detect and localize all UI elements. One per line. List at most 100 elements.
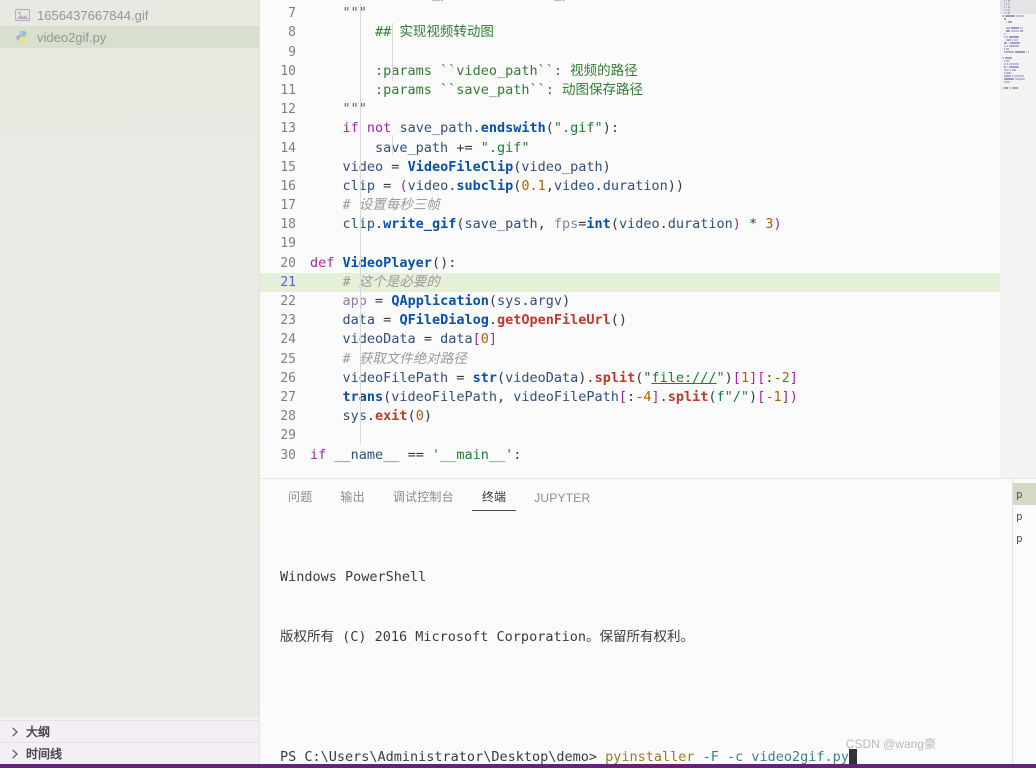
code-text[interactable]: clip.write_gif(save_path, fps=int(video.… [310, 215, 1036, 234]
code-line[interactable]: 18 clip.write_gif(save_path, fps=int(vid… [260, 215, 1036, 234]
code-text[interactable]: def VideoPlayer(): [310, 254, 1036, 273]
python-file-icon [14, 29, 30, 45]
file-tree-item-label: 1656437667844.gif [37, 7, 149, 23]
panel-tab-bar[interactable]: 问题 输出 调试控制台 终端 JUPYTER [260, 479, 1036, 511]
minimap-segment [1006, 36, 1008, 38]
code-line[interactable]: 9 [260, 43, 1036, 62]
code-line[interactable]: 17 # 设置每秒三帧 [260, 196, 1036, 215]
minimap-segment [1028, 51, 1030, 53]
minimap-segment [1009, 87, 1011, 89]
code-line[interactable]: 19 [260, 234, 1036, 253]
minimap-segment [1014, 75, 1025, 77]
file-tree-item-gif[interactable]: 1656437667844.gif [0, 4, 259, 26]
line-number: 10 [280, 63, 296, 79]
code-line[interactable]: 15 video = VideoFileClip(video_path) [260, 158, 1036, 177]
minimap-segment [1009, 66, 1020, 68]
sidebar-section-outline[interactable]: 大纲 [0, 720, 259, 742]
code-text[interactable]: app = QApplication(sys.argv) [310, 292, 1036, 311]
code-line[interactable]: 22 app = QApplication(sys.argv) [260, 292, 1036, 311]
sidebar-section-label: 大纲 [26, 725, 51, 739]
code-text[interactable]: # 设置每秒三帧 [310, 196, 1036, 215]
minimap-segment [1019, 30, 1024, 32]
line-number: 24 [280, 332, 296, 348]
code-text[interactable]: :params ``save_path``: 动图保存路径 [310, 81, 1036, 100]
code-text[interactable]: """ [310, 4, 1036, 23]
minimap-segment [1004, 78, 1015, 80]
code-line[interactable]: 23 data = QFileDialog.getOpenFileUrl() [260, 311, 1036, 330]
code-line[interactable]: 10 :params ``video_path``: 视频的路径 [260, 62, 1036, 81]
code-line[interactable]: 11 :params ``save_path``: 动图保存路径 [260, 81, 1036, 100]
minimap-segment [1004, 18, 1006, 20]
panel-tab-2[interactable]: 调试控制台 [383, 488, 464, 511]
code-line[interactable]: 7 """ [260, 4, 1036, 23]
terminal-prompt: PS C:\Users\Administrator\Desktop\demo> [280, 749, 606, 764]
line-number: 27 [280, 389, 296, 405]
status-bar[interactable] [0, 764, 1036, 768]
chevron-right-icon [8, 747, 22, 761]
code-editor[interactable]: 6def trans(video_path:str, save_path:str… [260, 0, 1036, 478]
code-line[interactable]: 25 # 获取文件绝对路径 [260, 350, 1036, 369]
line-number: 23 [280, 313, 296, 329]
line-number: 30 [280, 447, 296, 463]
code-text[interactable]: trans(videoFilePath, videoFilePath[:-4].… [310, 388, 1036, 407]
code-text[interactable]: # 获取文件绝对路径 [310, 350, 1036, 369]
sidebar-section-timeline[interactable]: 时间线 [0, 742, 259, 764]
line-number: 26 [280, 370, 296, 386]
code-line[interactable]: 8 ## 实现视频转动图 [260, 23, 1036, 42]
minimap-segment [1010, 69, 1012, 71]
line-number: 19 [280, 236, 296, 252]
editor-minimap[interactable] [1000, 0, 1036, 478]
minimap-segment [1002, 57, 1004, 59]
code-content[interactable]: 6def trans(video_path:str, save_path:str… [260, 0, 1036, 465]
code-line[interactable]: 24 videoData = data[0] [260, 330, 1036, 349]
bottom-panel: 问题 输出 调试控制台 终端 JUPYTER Windows PowerShell 版权… [260, 478, 1036, 764]
terminal-tab-list[interactable]: ppp [1012, 479, 1036, 764]
code-text[interactable]: :params ``video_path``: 视频的路径 [310, 62, 1036, 81]
terminal-tab-2[interactable]: p [1013, 527, 1036, 549]
code-line[interactable]: 20 def VideoPlayer(): [260, 254, 1036, 273]
minimap-slider[interactable] [1000, 0, 1036, 14]
code-line[interactable]: 21 # 这个是必要的 [260, 272, 1036, 292]
terminal-tab-0[interactable]: p [1013, 483, 1036, 505]
code-text[interactable]: videoData = data[0] [310, 330, 1036, 349]
explorer-sidebar: 1656437667844.gif video2gif.py 大纲 时间线 [0, 0, 260, 764]
minimap-segment [1004, 51, 1015, 53]
code-text[interactable]: if __name__ == '__main__': [310, 446, 1036, 465]
code-line[interactable]: 29 [260, 426, 1036, 445]
code-line[interactable]: 12 """ [260, 100, 1036, 119]
panel-tab-4[interactable]: JUPYTER [524, 491, 600, 511]
code-text[interactable]: clip = (video.subclip(0.1,video.duration… [310, 177, 1036, 196]
minimap-segment [1014, 39, 1018, 41]
line-number: 14 [280, 140, 296, 156]
minimap-segment [1004, 33, 1006, 35]
minimap-segment [1004, 75, 1012, 77]
code-text[interactable]: if not save_path.endswith(".gif"): [310, 119, 1036, 138]
code-line[interactable]: 26 videoFilePath = str(videoData).split(… [260, 369, 1036, 388]
code-text[interactable]: video = VideoFileClip(video_path) [310, 158, 1036, 177]
panel-tab-0[interactable]: 问题 [278, 488, 322, 511]
terminal-tab-1[interactable]: p [1013, 505, 1036, 527]
code-text[interactable]: """ [310, 100, 1036, 119]
terminal-args: -F -c video2gif.py [694, 749, 849, 764]
code-text[interactable]: ## 实现视频转动图 [310, 23, 1036, 42]
line-number: 17 [280, 198, 296, 214]
panel-tab-1[interactable]: 输出 [330, 488, 374, 511]
code-text[interactable]: sys.exit(0) [310, 407, 1036, 426]
minimap-segment [1006, 72, 1011, 74]
code-line[interactable]: 14 save_path += ".gif" [260, 139, 1036, 158]
code-line[interactable]: 16 clip = (video.subclip(0.1,video.durat… [260, 177, 1036, 196]
file-tree[interactable]: 1656437667844.gif video2gif.py [0, 0, 259, 720]
minimap-segment [1008, 63, 1019, 65]
panel-tab-3[interactable]: 终端 [471, 488, 517, 511]
code-text[interactable]: save_path += ".gif" [310, 139, 1036, 158]
code-text[interactable]: # 这个是必要的 [310, 273, 1036, 292]
code-text[interactable]: videoFilePath = str(videoData).split("fi… [310, 369, 1036, 388]
code-line[interactable]: 30 if __name__ == '__main__': [260, 446, 1036, 465]
code-text[interactable]: data = QFileDialog.getOpenFileUrl() [310, 311, 1036, 330]
code-line[interactable]: 13 if not save_path.endswith(".gif"): [260, 119, 1036, 138]
code-line[interactable]: 28 sys.exit(0) [260, 407, 1036, 426]
file-tree-item-py[interactable]: video2gif.py [0, 26, 259, 48]
code-line[interactable]: 27 trans(videoFilePath, videoFilePath[:-… [260, 388, 1036, 407]
terminal-output[interactable]: Windows PowerShell 版权所有 (C) 2016 Microso… [260, 511, 1036, 764]
